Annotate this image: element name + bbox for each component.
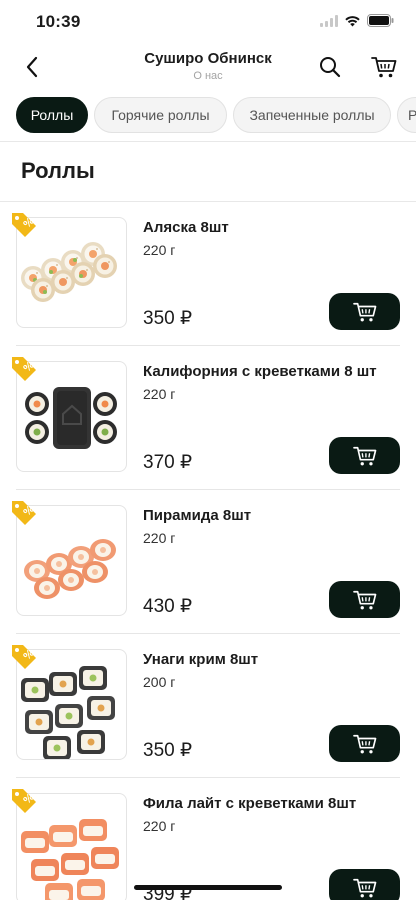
tab-more[interactable]: Р bbox=[397, 97, 416, 133]
product-price: 350 ₽ bbox=[143, 308, 193, 329]
product-weight: 220 г bbox=[143, 818, 176, 834]
page-title: Суширо Обнинск bbox=[144, 50, 272, 67]
header: Суширо Обнинск О нас bbox=[0, 44, 416, 90]
product-weight: 220 г bbox=[143, 530, 176, 546]
about-link[interactable]: О нас bbox=[0, 70, 416, 82]
status-bar: 10:39 bbox=[0, 0, 416, 44]
product-card[interactable]: % Калифорния с креветками 8 шт 220 г 370… bbox=[0, 346, 416, 490]
tabs-divider bbox=[0, 141, 416, 142]
add-to-cart-icon bbox=[352, 590, 376, 609]
search-button[interactable] bbox=[316, 53, 344, 81]
discount-badge-icon: % bbox=[9, 354, 39, 384]
discount-badge-icon: % bbox=[9, 786, 39, 816]
product-card[interactable]: % Аляска 8шт 220 г 350 ₽ bbox=[0, 202, 416, 346]
category-tabs: Роллы Горячие роллы Запеченные роллы Р bbox=[0, 96, 416, 136]
product-card[interactable]: % Унаги крим 8шт 200 г 350 ₽ bbox=[0, 634, 416, 778]
product-name: Унаги крим 8шт bbox=[143, 651, 259, 668]
status-icons bbox=[320, 14, 394, 27]
tab-rolls[interactable]: Роллы bbox=[16, 97, 88, 133]
product-card[interactable]: % Фила лайт с креветками 8шт 220 г 399 ₽ bbox=[0, 778, 416, 900]
discount-badge-icon: % bbox=[9, 210, 39, 240]
discount-badge-icon: % bbox=[9, 498, 39, 528]
battery-icon bbox=[367, 14, 394, 27]
add-to-cart-icon bbox=[352, 302, 376, 321]
tab-baked-rolls[interactable]: Запеченные роллы bbox=[233, 97, 391, 133]
product-card[interactable]: % Пирамида 8шт 220 г 430 ₽ bbox=[0, 490, 416, 634]
wifi-icon bbox=[345, 15, 360, 26]
add-to-cart-button[interactable] bbox=[329, 869, 400, 900]
home-indicator[interactable] bbox=[134, 885, 282, 890]
cart-button[interactable] bbox=[369, 53, 399, 81]
discount-badge-icon: % bbox=[9, 642, 39, 672]
search-icon bbox=[320, 57, 341, 78]
product-name: Калифорния с креветками 8 шт bbox=[143, 363, 377, 380]
add-to-cart-button[interactable] bbox=[329, 437, 400, 474]
product-weight: 220 г bbox=[143, 242, 176, 258]
add-to-cart-button[interactable] bbox=[329, 581, 400, 618]
add-to-cart-button[interactable] bbox=[329, 725, 400, 762]
product-price: 430 ₽ bbox=[143, 596, 193, 617]
product-name: Пирамида 8шт bbox=[143, 507, 252, 524]
section-title: Роллы bbox=[21, 158, 95, 183]
cart-icon bbox=[371, 57, 397, 78]
product-name: Аляска 8шт bbox=[143, 219, 229, 236]
signal-icon bbox=[320, 14, 338, 27]
add-to-cart-icon bbox=[352, 878, 376, 897]
product-weight: 220 г bbox=[143, 386, 176, 402]
add-to-cart-button[interactable] bbox=[329, 293, 400, 330]
product-weight: 200 г bbox=[143, 674, 176, 690]
product-price: 350 ₽ bbox=[143, 740, 193, 761]
product-price: 370 ₽ bbox=[143, 452, 193, 473]
product-name: Фила лайт с креветками 8шт bbox=[143, 795, 357, 812]
status-time: 10:39 bbox=[36, 12, 81, 31]
add-to-cart-icon bbox=[352, 446, 376, 465]
add-to-cart-icon bbox=[352, 734, 376, 753]
tab-hot-rolls[interactable]: Горячие роллы bbox=[94, 97, 227, 133]
